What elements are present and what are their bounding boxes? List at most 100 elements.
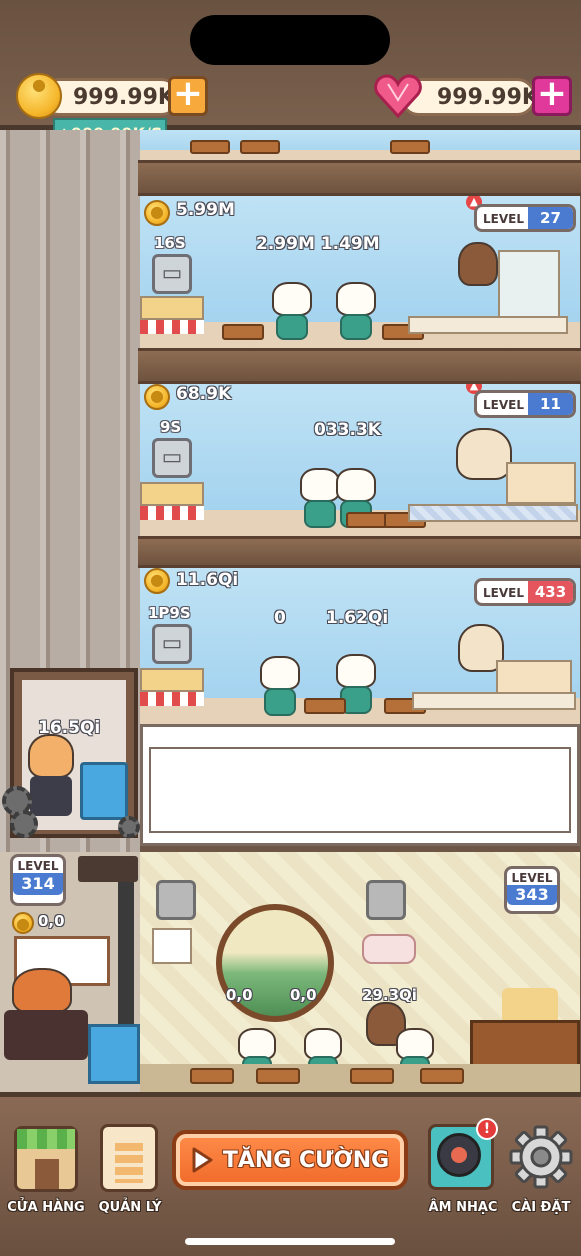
floor-3[interactable]: 11.6Qi 1P9S ▭ 0 1.62Qi LEVEL 433	[140, 568, 580, 724]
worker-cat	[300, 468, 340, 502]
shelf-goods	[140, 482, 204, 506]
warehouse-level-badge[interactable]: LEVEL 343	[504, 866, 560, 914]
manage-button[interactable]	[100, 1124, 158, 1192]
locked-floor-frame	[149, 747, 571, 833]
locked-floor-panel[interactable]	[140, 724, 580, 846]
floor-level-badge[interactable]: LEVEL 11	[474, 390, 576, 418]
cart	[190, 1068, 234, 1084]
boost-button[interactable]: TĂNG CƯỜNG	[172, 1130, 408, 1190]
floor-payouts: 2.99M 1.49M	[256, 234, 380, 254]
warehouse[interactable]: LEVEL 343 0,0 0,0 29.3Qi	[140, 852, 580, 1092]
elevator-motor	[78, 856, 138, 882]
shop-icon	[14, 1126, 78, 1192]
cart	[350, 1068, 394, 1084]
manage-label[interactable]: QUẢN LÝ	[92, 1200, 168, 1215]
level-number: 343	[507, 885, 557, 905]
cart-icon[interactable]: ▭	[152, 624, 192, 664]
service-counter	[408, 316, 568, 334]
cart	[420, 1068, 464, 1084]
floor-earnings: 11.6Qi	[176, 570, 239, 590]
vinyl-label	[451, 1147, 467, 1163]
cart-icon[interactable]: ▭	[152, 438, 192, 478]
level-label: LEVEL	[511, 871, 553, 885]
ice-cream-stock	[502, 988, 558, 1020]
settings-label[interactable]: CÀI ĐẶT	[502, 1200, 580, 1215]
shop-button[interactable]	[14, 1126, 78, 1192]
floor-divider	[138, 536, 581, 568]
paw-coin-icon	[12, 912, 34, 934]
worker-cat-body	[276, 314, 308, 340]
elevator-office[interactable]: LEVEL 314 0,0	[0, 852, 140, 1092]
sock-icon	[366, 880, 406, 920]
elevator-cable-post	[118, 882, 134, 1042]
round-window	[216, 904, 334, 1022]
gem-amount: 999.99K	[437, 85, 539, 110]
floor-timer: 9S	[160, 418, 182, 436]
manager-dog[interactable]	[456, 428, 512, 480]
paw-coin-icon	[144, 384, 170, 410]
level-label: LEVEL	[483, 212, 524, 226]
floor-0-partial	[140, 130, 580, 160]
boost-label: TĂNG CƯỜNG	[222, 1147, 390, 1173]
plus-icon: +	[536, 73, 568, 114]
heart-gem-icon	[374, 74, 422, 119]
paw-coin-icon	[144, 568, 170, 594]
cart	[256, 1068, 300, 1084]
elevator-level-badge[interactable]: LEVEL 314	[10, 854, 66, 906]
display-cabinet	[506, 462, 576, 504]
music-notification-badge: !	[476, 1118, 498, 1140]
floor-payouts: 033.3K	[314, 420, 381, 440]
shop-counter	[140, 692, 204, 706]
manager-tiger[interactable]	[12, 968, 72, 1014]
warehouse-amount: 0,0	[290, 986, 317, 1004]
floor-level-badge[interactable]: LEVEL 27	[474, 204, 576, 232]
floor-timer: 16S	[154, 234, 186, 252]
level-number: 11	[527, 393, 573, 415]
worker-cat	[272, 282, 312, 316]
shop-door	[35, 1159, 59, 1189]
music-button[interactable]: !	[428, 1118, 498, 1192]
gear-icon	[118, 816, 140, 838]
level-label: LEVEL	[483, 398, 524, 412]
clipboard-lines	[115, 1143, 143, 1183]
level-label: LEVEL	[483, 586, 524, 600]
display-cabinet	[496, 660, 572, 694]
worker-cat-body	[264, 688, 296, 716]
floor-timer: 1P9S	[148, 604, 191, 622]
floor-1[interactable]: 5.99M 16S ▭ 2.99M 1.49M ▲ LEVEL 27	[140, 196, 580, 348]
shop-label[interactable]: CỬA HÀNG	[0, 1200, 92, 1215]
cart	[240, 140, 280, 154]
sock-icon	[156, 880, 196, 920]
cart-icon[interactable]: ▭	[152, 254, 192, 294]
settings-button[interactable]	[508, 1124, 574, 1190]
floor-payouts: 1.62Qi	[326, 608, 389, 628]
elevator-operator-corgi	[28, 734, 74, 778]
gem-plus-button[interactable]: +	[532, 76, 572, 116]
manager-bear[interactable]	[458, 242, 498, 286]
floor-divider	[138, 348, 581, 384]
clipboard-icon	[100, 1124, 158, 1192]
cart	[390, 140, 430, 154]
floor-2[interactable]: 68.9K 9S ▭ 033.3K ▲ LEVEL 11	[140, 384, 580, 536]
floor-earnings: 68.9K	[176, 384, 232, 404]
play-icon	[192, 1147, 213, 1173]
worker-cat	[336, 468, 376, 502]
warehouse-amount: 0,0	[226, 986, 253, 1004]
elevator-earnings: 0,0	[38, 912, 65, 930]
operator-body	[30, 776, 72, 816]
coin-plus-button[interactable]: +	[168, 76, 208, 116]
display-cabinet	[498, 250, 560, 318]
level-number: 314	[13, 873, 63, 895]
camera-notch	[190, 15, 390, 65]
service-counter	[412, 692, 576, 710]
home-indicator[interactable]	[185, 1238, 395, 1245]
level-number: 433	[527, 581, 573, 603]
worker-cat	[260, 656, 300, 690]
floor-level-badge[interactable]: LEVEL 433	[474, 578, 576, 606]
cart	[190, 140, 230, 154]
coin-amount: 999.99K	[73, 85, 175, 110]
worker-cat	[336, 282, 376, 316]
paw-coin-icon	[16, 73, 62, 119]
music-label[interactable]: ÂM NHẠC	[422, 1200, 504, 1215]
cart	[346, 512, 388, 528]
